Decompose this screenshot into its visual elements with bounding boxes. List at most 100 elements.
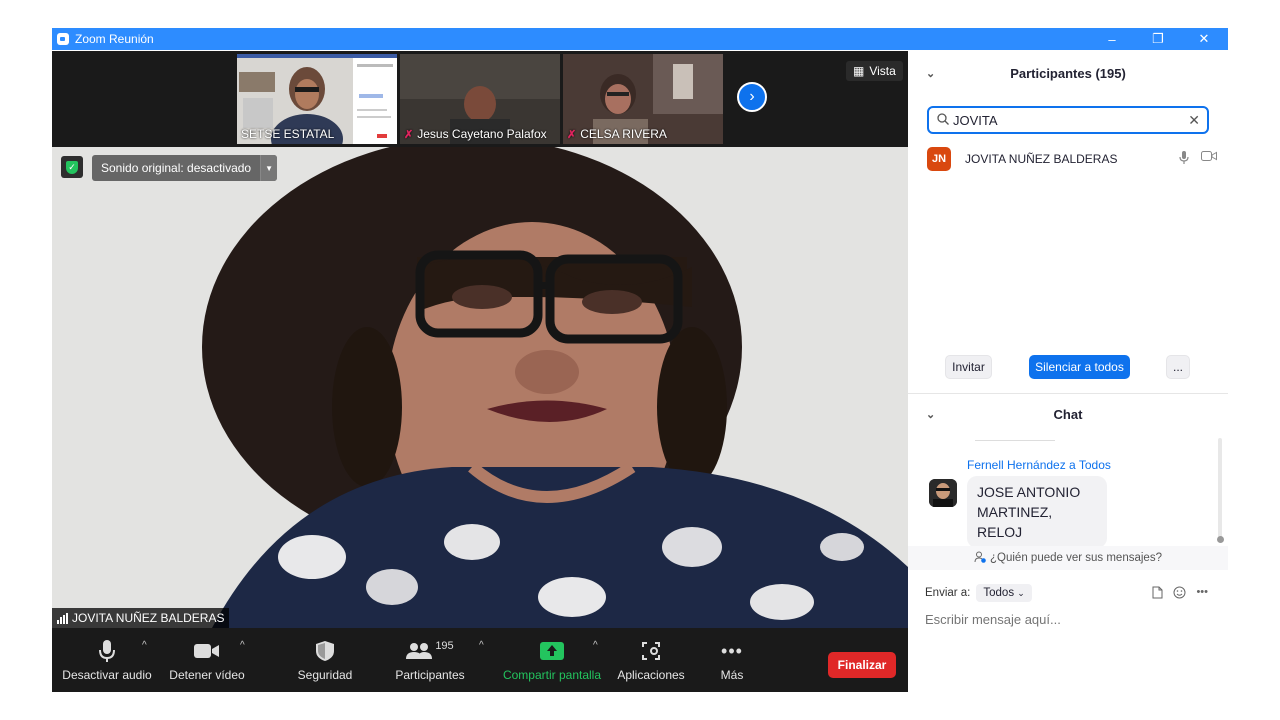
microphone-icon[interactable] bbox=[1179, 150, 1189, 167]
original-sound-pill[interactable]: Sonido original: desactivado ▼ bbox=[92, 155, 278, 181]
participants-header: ⌄ Participantes (195) bbox=[908, 51, 1228, 95]
close-button[interactable]: ✕ bbox=[1181, 28, 1227, 50]
mic-muted-icon: ✗ bbox=[404, 128, 414, 141]
participant-search[interactable]: ✕ bbox=[927, 106, 1209, 134]
thumbnail-name-text: Jesus Cayetano Palafox bbox=[417, 127, 547, 141]
chevron-right-icon: › bbox=[749, 88, 755, 105]
restore-button[interactable]: ❐ bbox=[1135, 28, 1181, 50]
more-dots-icon[interactable]: ••• bbox=[1196, 586, 1208, 602]
chevron-down-icon: ⌄ bbox=[1017, 588, 1025, 598]
share-screen-icon bbox=[540, 638, 564, 664]
shield-check-icon: ✓ bbox=[66, 160, 78, 174]
send-to-dropdown[interactable]: Todos ⌄ bbox=[976, 584, 1032, 602]
chevron-down-icon[interactable]: ⌄ bbox=[926, 67, 935, 80]
security-label: Seguridad bbox=[297, 668, 353, 682]
thumbnail-name: ✗ CELSA RIVERA bbox=[567, 127, 667, 141]
speaker-name-tag: JOVITA NUÑEZ BALDERAS bbox=[52, 608, 230, 628]
chevron-down-icon[interactable]: ⌄ bbox=[926, 408, 935, 421]
search-icon bbox=[937, 112, 949, 128]
thumbnail-celsa-rivera[interactable]: ✗ CELSA RIVERA bbox=[563, 54, 723, 144]
participants-label: Participantes bbox=[395, 668, 465, 682]
mic-muted-icon: ✗ bbox=[567, 128, 577, 141]
clear-search-icon[interactable]: ✕ bbox=[1188, 112, 1200, 129]
microphone-icon bbox=[99, 638, 115, 664]
video-camera-icon bbox=[194, 638, 220, 664]
mute-button[interactable]: Desactivar audio bbox=[62, 628, 152, 692]
side-panel: ⌄ Participantes (195) ✕ JN JOVITA NUÑEZ … bbox=[908, 51, 1228, 692]
window-title: Zoom Reunión bbox=[75, 32, 154, 46]
participant-row[interactable]: JN JOVITA NUÑEZ BALDERAS bbox=[927, 146, 1217, 172]
participants-icon: 195 bbox=[406, 638, 454, 664]
stop-video-button[interactable]: Detener vídeo bbox=[164, 628, 250, 692]
message-divider bbox=[975, 440, 1055, 441]
thumbnail-strip: SETSE ESTATAL ✗ Jesus Cayetano Palafox ✗… bbox=[52, 51, 908, 147]
participants-options-caret[interactable]: ^ bbox=[479, 640, 484, 651]
grid-icon: ▦ bbox=[853, 64, 865, 78]
chat-tools: ••• bbox=[1152, 586, 1208, 602]
thumbnail-jesus-cayetano[interactable]: ✗ Jesus Cayetano Palafox bbox=[400, 54, 560, 144]
chat-scrollbar-thumb[interactable] bbox=[1217, 536, 1224, 543]
thumbnail-setse-estatal[interactable]: SETSE ESTATAL bbox=[237, 54, 397, 144]
emoji-icon[interactable] bbox=[1173, 586, 1186, 602]
thumbnail-name: ✗ Jesus Cayetano Palafox bbox=[404, 127, 547, 141]
chat-message-input[interactable] bbox=[925, 612, 1215, 627]
chat-header: ⌄ Chat bbox=[908, 397, 1228, 431]
active-speaker-video: ✓ Sonido original: desactivado ▼ JOVITA … bbox=[52, 147, 908, 628]
zoom-window: Zoom Reunión – ❐ ✕ SETSE ESTATAL ✗ Jesus… bbox=[52, 28, 1228, 692]
invite-button[interactable]: Invitar bbox=[945, 355, 992, 379]
encryption-shield-badge[interactable]: ✓ bbox=[61, 156, 83, 178]
message-visibility-link[interactable]: ¿Quién puede ver sus mensajes? bbox=[908, 546, 1228, 570]
chat-scrollbar[interactable] bbox=[1218, 438, 1222, 538]
avatar bbox=[929, 479, 957, 507]
zoom-logo-icon bbox=[57, 33, 69, 45]
share-options-caret[interactable]: ^ bbox=[593, 640, 598, 651]
end-meeting-button[interactable]: Finalizar bbox=[828, 652, 896, 678]
who-can-see-text: ¿Quién puede ver sus mensajes? bbox=[990, 552, 1162, 564]
more-label: Más bbox=[720, 668, 744, 682]
thumbnail-name: SETSE ESTATAL bbox=[241, 127, 334, 141]
next-page-button[interactable]: › bbox=[737, 82, 767, 112]
chat-title: Chat bbox=[1053, 406, 1083, 422]
view-label: Vista bbox=[869, 64, 896, 78]
participants-count: 195 bbox=[435, 640, 454, 652]
meeting-toolbar: Desactivar audio ^ Detener vídeo ^ Segur… bbox=[52, 628, 908, 692]
chat-message-bubble: JOSE ANTONIO MARTINEZ, RELOJ bbox=[967, 476, 1107, 548]
share-screen-label: Compartir pantalla bbox=[502, 668, 602, 682]
send-to-value: Todos bbox=[983, 587, 1015, 599]
title-bar: Zoom Reunión – ❐ ✕ bbox=[52, 28, 1228, 50]
view-button[interactable]: ▦ Vista bbox=[846, 61, 903, 81]
mute-label: Desactivar audio bbox=[62, 668, 152, 682]
section-divider bbox=[908, 393, 1228, 394]
participant-name: JOVITA NUÑEZ BALDERAS bbox=[965, 152, 1118, 166]
file-icon[interactable] bbox=[1152, 586, 1163, 602]
participants-button[interactable]: 195 Participantes bbox=[390, 628, 470, 692]
mute-all-button[interactable]: Silenciar a todos bbox=[1029, 355, 1130, 379]
share-screen-button[interactable]: Compartir pantalla bbox=[500, 628, 604, 692]
apps-button[interactable]: Aplicaciones bbox=[614, 628, 688, 692]
speaker-video-image bbox=[52, 147, 908, 628]
security-button[interactable]: Seguridad bbox=[288, 628, 362, 692]
send-to-row: Enviar a: Todos ⌄ bbox=[925, 584, 1032, 602]
participant-search-input[interactable] bbox=[953, 112, 1173, 128]
more-button[interactable]: ••• Más bbox=[712, 628, 752, 692]
participants-title: Participantes (195) bbox=[1010, 65, 1126, 81]
signal-strength-icon bbox=[57, 612, 68, 624]
thumbnail-name-text: SETSE ESTATAL bbox=[241, 127, 335, 141]
audio-options-caret[interactable]: ^ bbox=[142, 640, 147, 651]
stop-video-label: Detener vídeo bbox=[169, 668, 245, 682]
apps-icon bbox=[641, 638, 661, 664]
video-camera-icon[interactable] bbox=[1201, 150, 1217, 167]
apps-label: Aplicaciones bbox=[617, 668, 685, 682]
original-sound-label: Sonido original: desactivado bbox=[101, 161, 252, 175]
chevron-down-icon[interactable]: ▼ bbox=[260, 155, 278, 181]
shield-icon bbox=[315, 638, 335, 664]
video-stage: SETSE ESTATAL ✗ Jesus Cayetano Palafox ✗… bbox=[52, 51, 908, 628]
speaker-name-text: JOVITA NUÑEZ BALDERAS bbox=[72, 611, 225, 625]
more-dots-icon: ••• bbox=[721, 640, 743, 661]
participant-avatar: JN bbox=[927, 147, 951, 171]
video-options-caret[interactable]: ^ bbox=[240, 640, 245, 651]
minimize-button[interactable]: – bbox=[1089, 28, 1135, 50]
more-options-button[interactable]: ... bbox=[1166, 355, 1190, 379]
thumbnail-name-text: CELSA RIVERA bbox=[580, 127, 667, 141]
message-sender: Fernell Hernández a Todos bbox=[967, 458, 1111, 472]
